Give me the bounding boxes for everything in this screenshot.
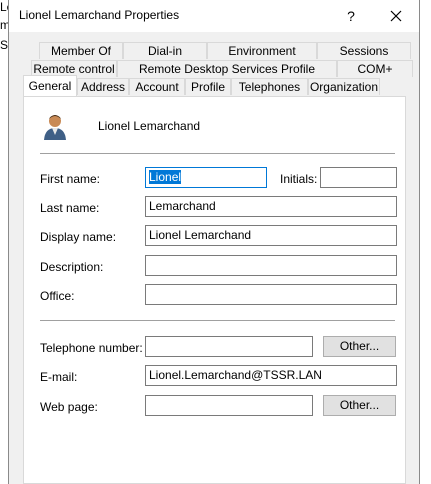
tab-remote-desktop-services-profile[interactable]: Remote Desktop Services Profile [117,60,337,77]
initials-field[interactable] [320,167,397,188]
tab-account[interactable]: Account [129,78,185,95]
description-label: Description: [40,260,104,274]
display-name-field[interactable]: Lionel Lemarchand [145,225,397,246]
tab-organization[interactable]: Organization [308,78,380,95]
web-page-label: Web page: [40,400,98,414]
tab-row-3: General Address Account Profile Telephon… [23,75,380,96]
tab-profile[interactable]: Profile [185,78,231,95]
tab-address[interactable]: Address [77,78,129,95]
separator [40,153,395,154]
tab-member-of[interactable]: Member Of [39,42,123,59]
tab-dial-in[interactable]: Dial-in [123,42,207,59]
email-field[interactable]: Lionel.Lemarchand@TSSR.LAN [145,365,397,386]
display-heading: Lionel Lemarchand [98,119,201,133]
dialog-title: Lionel Lemarchand Properties [19,8,180,22]
tab-telephones[interactable]: Telephones [231,78,308,95]
help-button[interactable]: ? [341,6,361,26]
tab-sessions[interactable]: Sessions [317,42,411,59]
description-field[interactable] [145,255,397,276]
close-button[interactable] [385,5,407,27]
telephone-other-button[interactable]: Other... [323,336,396,357]
properties-dialog: Lionel Lemarchand Properties ? Member Of… [8,0,420,484]
tab-com-plus[interactable]: COM+ [337,60,413,77]
first-name-label: First name: [40,172,101,186]
initials-label: Initials: [280,172,318,186]
tab-environment[interactable]: Environment [207,42,317,59]
tab-row-2: Remote control Remote Desktop Services P… [31,60,413,77]
display-name-label: Display name: [40,230,117,244]
general-tab-panel: Lionel Lemarchand First name: Lionel Ini… [23,96,406,484]
tab-general[interactable]: General [23,75,77,96]
last-name-field[interactable]: Lemarchand [145,196,397,217]
close-icon [390,10,402,22]
separator [40,320,395,321]
telephone-field[interactable] [145,336,313,357]
last-name-label: Last name: [40,201,100,215]
web-page-field[interactable] [145,395,313,416]
title-bar: Lionel Lemarchand Properties ? [9,0,419,32]
email-label: E-mail: [40,370,78,384]
office-field[interactable] [145,284,397,305]
user-icon [44,115,66,140]
office-label: Office: [40,289,75,303]
first-name-field[interactable]: Lionel [145,167,267,188]
first-name-selected-text: Lionel [149,170,182,184]
tab-row-1: Member Of Dial-in Environment Sessions [39,42,411,59]
web-page-other-button[interactable]: Other... [323,395,396,416]
telephone-label: Telephone number: [40,341,143,355]
